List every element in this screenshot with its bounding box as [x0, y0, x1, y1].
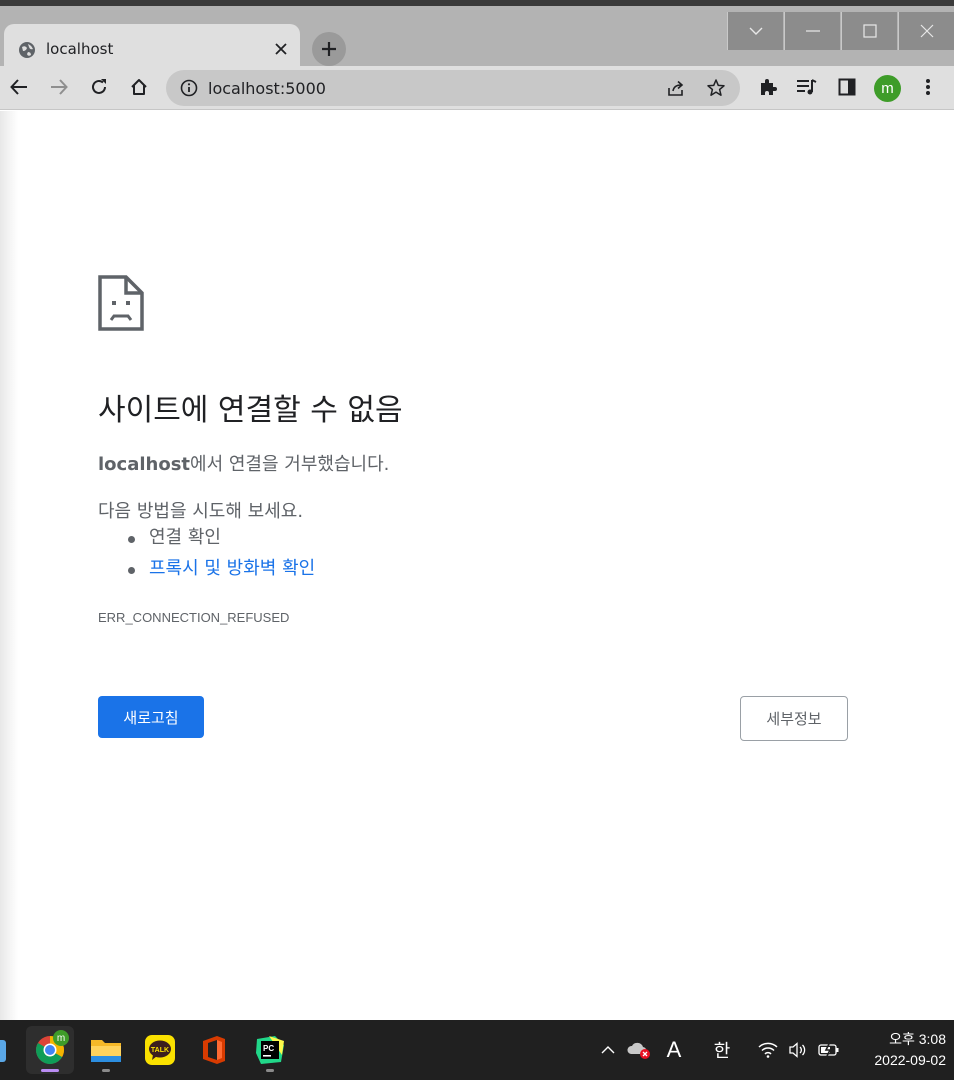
- maximize-button[interactable]: [841, 12, 897, 50]
- file-explorer-icon: [91, 1040, 121, 1062]
- tab-title: localhost: [46, 40, 114, 58]
- kakaotalk-icon: TALK: [145, 1035, 175, 1065]
- taskbar-pycharm[interactable]: PC: [246, 1026, 294, 1074]
- clock-time: 오후 3:08: [889, 1031, 946, 1047]
- taskbar-office[interactable]: [190, 1026, 238, 1074]
- window-edge-shadow: [0, 111, 18, 1020]
- more-menu-icon[interactable]: [917, 76, 939, 98]
- running-indicator: [102, 1069, 110, 1072]
- clock-date: 2022-09-02: [874, 1052, 946, 1068]
- sad-page-icon: [98, 275, 144, 331]
- suggestions-intro: 다음 방법을 시도해 보세요.: [98, 501, 304, 522]
- home-icon[interactable]: [128, 76, 150, 98]
- suggestion-item: 연결 확인: [128, 526, 315, 557]
- tab-close-icon[interactable]: [270, 38, 292, 60]
- ime-mode-indicator[interactable]: A: [660, 1020, 688, 1080]
- info-icon[interactable]: [180, 79, 198, 97]
- error-description-text: 에서 연결을 거부했습니다.: [190, 454, 390, 475]
- volume-icon[interactable]: [786, 1020, 808, 1080]
- office-icon: [203, 1036, 225, 1064]
- suggestion-check-connection: 연결 확인: [149, 527, 221, 548]
- error-host: localhost: [98, 454, 191, 475]
- taskbar: m TALK PC A 한 오후 3:08 2022-09-02: [0, 1020, 954, 1080]
- error-heading: 사이트에 연결할 수 없음: [98, 393, 403, 428]
- share-icon[interactable]: [666, 79, 686, 97]
- profile-avatar[interactable]: m: [874, 75, 901, 102]
- taskbar-clock[interactable]: 오후 3:08 2022-09-02: [852, 1029, 946, 1071]
- ime-language-indicator[interactable]: 한: [708, 1020, 736, 1080]
- show-hidden-icons-chevron-up-icon[interactable]: [596, 1020, 620, 1080]
- extensions-icon[interactable]: [757, 76, 779, 98]
- browser-tab[interactable]: localhost: [4, 24, 300, 72]
- browser-titlebar: localhost: [0, 0, 954, 72]
- pycharm-icon: PC: [256, 1036, 284, 1064]
- close-window-button[interactable]: [898, 12, 954, 50]
- profile-badge: m: [53, 1030, 69, 1046]
- side-panel-icon[interactable]: [836, 76, 858, 98]
- back-arrow-icon[interactable]: [8, 76, 30, 98]
- wifi-icon[interactable]: [756, 1020, 780, 1080]
- error-description: localhost에서 연결을 거부했습니다.: [98, 450, 389, 476]
- svg-text:PC: PC: [263, 1044, 274, 1053]
- tab-search-button[interactable]: [727, 12, 783, 50]
- taskbar-kakaotalk[interactable]: TALK: [136, 1026, 184, 1074]
- suggestion-item: 프록시 및 방화벽 확인: [128, 557, 315, 588]
- active-indicator: [41, 1069, 59, 1072]
- globe-icon: [19, 42, 35, 58]
- chevron-down-icon: [749, 27, 762, 35]
- reload-button[interactable]: 새로고침: [98, 696, 204, 738]
- reload-icon[interactable]: [88, 76, 110, 98]
- forward-arrow-icon[interactable]: [48, 76, 70, 98]
- maximize-icon: [862, 24, 877, 38]
- widgets-icon[interactable]: [0, 1040, 6, 1062]
- error-code: ERR_CONNECTION_REFUSED: [98, 610, 290, 625]
- battery-charging-icon[interactable]: [816, 1020, 842, 1080]
- taskbar-file-explorer[interactable]: [82, 1026, 130, 1074]
- minimize-button[interactable]: [784, 12, 840, 50]
- svg-text:TALK: TALK: [151, 1047, 169, 1054]
- details-button[interactable]: 세부정보: [740, 696, 848, 741]
- new-tab-button[interactable]: [312, 32, 346, 66]
- suggestions-list: 연결 확인 프록시 및 방화벽 확인: [128, 526, 315, 588]
- onedrive-error-icon[interactable]: [624, 1020, 654, 1080]
- page-content: 사이트에 연결할 수 없음 localhost에서 연결을 거부했습니다. 다음…: [0, 111, 954, 1020]
- minimize-icon: [805, 30, 820, 32]
- close-icon: [920, 24, 933, 38]
- running-indicator: [266, 1069, 274, 1072]
- url-text: localhost:5000: [208, 79, 326, 98]
- taskbar-chrome[interactable]: m: [26, 1026, 74, 1074]
- address-bar[interactable]: localhost:5000: [166, 70, 740, 106]
- browser-toolbar: localhost:5000 m: [0, 66, 954, 110]
- plus-icon: [322, 42, 336, 56]
- suggestion-check-proxy-firewall-link[interactable]: 프록시 및 방화벽 확인: [149, 558, 315, 579]
- reading-list-icon[interactable]: [796, 76, 818, 98]
- star-icon[interactable]: [706, 78, 726, 98]
